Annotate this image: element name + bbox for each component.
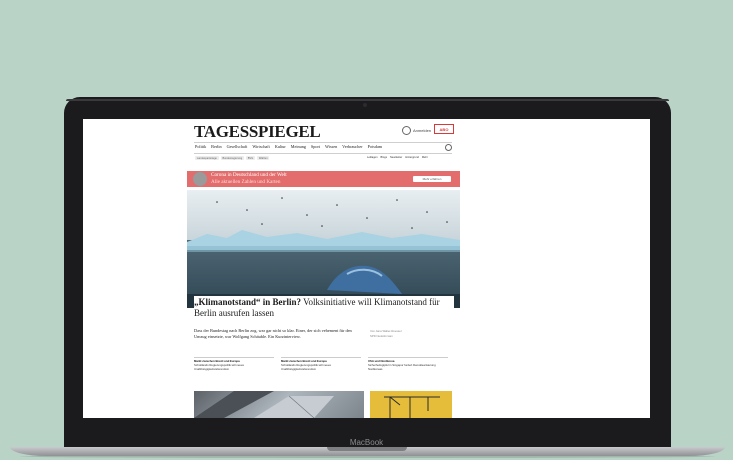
teaser-item[interactable]: Markt zwischen Brexit und Europa Schottl… <box>194 357 274 371</box>
nav-item[interactable]: Verbraucher <box>342 144 362 149</box>
camera-icon <box>363 103 367 107</box>
author-meta: SPD Neuköln kam <box>370 334 393 338</box>
abo-button[interactable]: ABO <box>434 124 454 134</box>
corona-banner[interactable]: Corona in Deutschland und der Welt Alle … <box>187 171 460 187</box>
sub-links: Leitlagen Blogs Newsletter Hintergrund M… <box>367 156 428 159</box>
divider <box>194 153 452 154</box>
article-lead: Dass der Bundestag nach Berlin zog, war … <box>194 328 352 340</box>
teaser-image-crane[interactable] <box>370 391 452 418</box>
nav-item[interactable]: Kultur <box>275 144 286 149</box>
topic-chips: Landesparteitage Bundesregierung BVG Wah… <box>195 156 270 161</box>
teaser-image-building[interactable] <box>194 391 364 418</box>
teaser-item[interactable]: Markt zwischen Brexit und Europa Schottl… <box>281 357 361 371</box>
nav-item[interactable]: Meinung <box>291 144 306 149</box>
banner-title: Corona in Deutschland und der Welt <box>211 172 287 178</box>
headline-bold: „Klimanotstand“ in Berlin? <box>194 297 302 307</box>
laptop-notch <box>327 447 407 451</box>
nav-item[interactable]: Wirtschaft <box>252 144 270 149</box>
website: TAGESSPIEGEL Anmelden ABO Politik Berlin… <box>83 119 650 418</box>
virus-icon <box>193 172 207 186</box>
laptop-screen: TAGESSPIEGEL Anmelden ABO Politik Berlin… <box>83 119 650 418</box>
topic-chip[interactable]: Bundesregierung <box>220 156 244 161</box>
site-logo[interactable]: TAGESSPIEGEL <box>194 122 321 142</box>
nav-item[interactable]: Potsdam <box>368 144 382 149</box>
sub-link[interactable]: Mehr <box>422 156 428 159</box>
topic-chip[interactable]: Wahlen <box>257 156 270 161</box>
signin-label: Anmelden <box>413 128 432 133</box>
divider <box>194 142 452 143</box>
sub-link[interactable]: Hintergrund <box>405 156 419 159</box>
topic-chip[interactable]: BVG <box>246 156 256 161</box>
teaser-text: Schottlands Regierungspolitik will neues… <box>194 362 244 371</box>
teaser-row: Markt zwischen Brexit und Europa Schottl… <box>194 357 452 371</box>
building-photo <box>194 391 334 418</box>
teaser-item[interactable]: USA und Nordkorea Sicherheitsgipfel in S… <box>368 357 448 371</box>
sub-link[interactable]: Blogs <box>381 156 388 159</box>
banner-button[interactable]: Mehr erfahren <box>413 176 451 182</box>
nav-item[interactable]: Gesellschaft <box>227 144 248 149</box>
hero-image[interactable] <box>187 190 460 308</box>
macbook-label: MacBook <box>349 438 384 447</box>
teaser-text: Schottlands Regierungspolitik will neues… <box>281 362 331 371</box>
article-author: Von Jana Walter-Roessel SPD Neuköln kam <box>370 329 401 339</box>
sub-link[interactable]: Newsletter <box>390 156 402 159</box>
nav-item[interactable]: Politik <box>195 144 206 149</box>
topic-chip[interactable]: Landesparteitage <box>195 156 219 161</box>
sub-link[interactable]: Leitlagen <box>367 156 378 159</box>
crane-photo <box>384 396 440 418</box>
nav-item[interactable]: Berlin <box>211 144 221 149</box>
teaser-text: Sicherheitsgipfel in Singapur fordert De… <box>368 362 436 371</box>
nav-item[interactable]: Wissen <box>325 144 337 149</box>
signin-link[interactable]: Anmelden <box>402 126 431 135</box>
bezel-highlight <box>66 99 669 101</box>
user-icon <box>402 126 411 135</box>
iceberg-photo <box>187 190 460 308</box>
banner-subtitle: Alle aktuellen Zahlen und Karten <box>211 178 281 185</box>
search-icon[interactable] <box>445 144 452 151</box>
article-headline[interactable]: „Klimanotstand“ in Berlin? Volksinitiati… <box>194 296 454 319</box>
main-nav: Politik Berlin Gesellschaft Wirtschaft K… <box>195 144 382 149</box>
nav-item[interactable]: Sport <box>311 144 320 149</box>
